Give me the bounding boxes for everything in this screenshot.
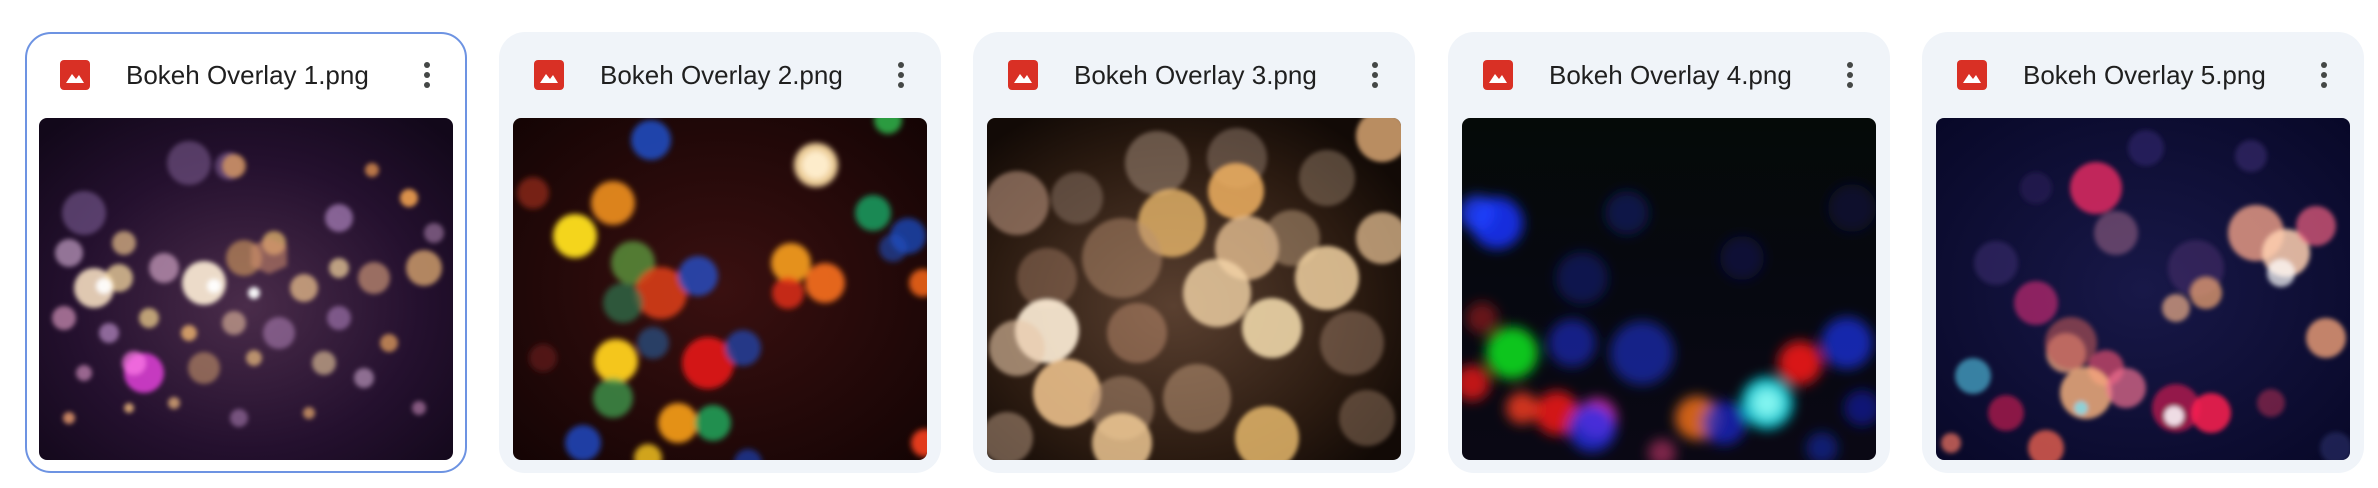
file-card[interactable]: Bokeh Overlay 3.png <box>973 32 1415 473</box>
more-actions-button[interactable] <box>881 55 921 95</box>
more-actions-button[interactable] <box>2304 55 2344 95</box>
file-name: Bokeh Overlay 4.png <box>1549 60 1792 90</box>
file-name: Bokeh Overlay 3.png <box>1074 60 1317 90</box>
more-vert-icon <box>424 62 430 88</box>
more-vert-icon <box>898 62 904 88</box>
image-file-icon <box>1007 59 1039 91</box>
image-file-icon <box>59 59 91 91</box>
file-card-header: Bokeh Overlay 2.png <box>499 32 941 118</box>
file-thumbnail[interactable] <box>1462 118 1876 460</box>
more-actions-button[interactable] <box>1830 55 1870 95</box>
file-name: Bokeh Overlay 2.png <box>600 60 843 90</box>
file-grid: Bokeh Overlay 1.png Bokeh Overlay 2.png … <box>0 0 2378 488</box>
file-card-header: Bokeh Overlay 3.png <box>973 32 1415 118</box>
image-file-icon <box>533 59 565 91</box>
file-card[interactable]: Bokeh Overlay 5.png <box>1922 32 2364 473</box>
file-name: Bokeh Overlay 1.png <box>126 60 369 90</box>
file-name: Bokeh Overlay 5.png <box>2023 60 2266 90</box>
more-vert-icon <box>2321 62 2327 88</box>
file-card-header: Bokeh Overlay 5.png <box>1922 32 2364 118</box>
more-vert-icon <box>1847 62 1853 88</box>
image-file-icon <box>1956 59 1988 91</box>
file-card[interactable]: Bokeh Overlay 4.png <box>1448 32 1890 473</box>
file-card[interactable]: Bokeh Overlay 1.png <box>25 32 467 473</box>
file-card-header: Bokeh Overlay 1.png <box>27 34 465 120</box>
file-thumbnail[interactable] <box>39 118 453 460</box>
file-card[interactable]: Bokeh Overlay 2.png <box>499 32 941 473</box>
file-thumbnail[interactable] <box>513 118 927 460</box>
more-vert-icon <box>1372 62 1378 88</box>
file-thumbnail[interactable] <box>1936 118 2350 460</box>
file-thumbnail[interactable] <box>987 118 1401 460</box>
file-card-header: Bokeh Overlay 4.png <box>1448 32 1890 118</box>
image-file-icon <box>1482 59 1514 91</box>
more-actions-button[interactable] <box>407 55 447 95</box>
more-actions-button[interactable] <box>1355 55 1395 95</box>
